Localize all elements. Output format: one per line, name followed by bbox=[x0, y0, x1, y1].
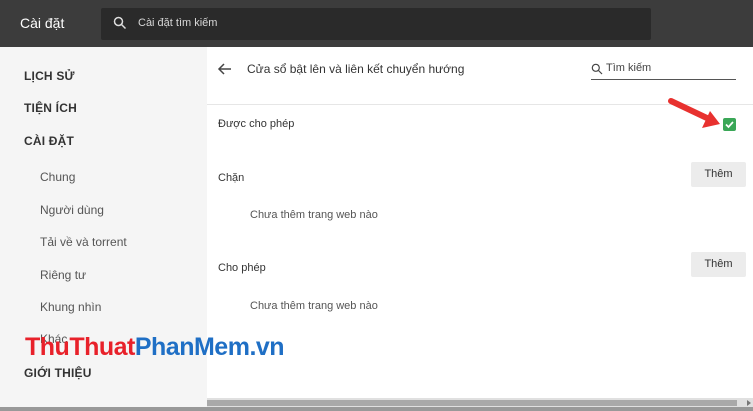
watermark-part-2: PhanMem bbox=[134, 333, 250, 361]
sidebar-item-downloads[interactable]: Tải về và torrent bbox=[40, 235, 127, 249]
block-label: Chặn bbox=[218, 172, 245, 184]
watermark-part-1: ThuThuat bbox=[25, 333, 135, 361]
page-search-input[interactable]: Tìm kiếm bbox=[591, 61, 736, 80]
allowed-checkbox[interactable] bbox=[723, 118, 736, 131]
page-search-placeholder: Tìm kiếm bbox=[606, 62, 652, 74]
scrollbar-thumb[interactable] bbox=[207, 400, 737, 406]
allow-add-button[interactable]: Thêm bbox=[691, 252, 746, 277]
sidebar-item-about[interactable]: GIỚI THIỆU bbox=[24, 366, 92, 380]
page-title: Cửa sổ bật lên và liên kết chuyển hướng bbox=[247, 62, 465, 76]
red-arrow-annotation-icon bbox=[667, 97, 723, 136]
app-title: Cài đặt bbox=[20, 15, 65, 31]
scroll-right-icon[interactable] bbox=[747, 400, 751, 406]
watermark: ThuThuatPhanMem.vn bbox=[25, 333, 285, 362]
sidebar-item-general[interactable]: Chung bbox=[40, 170, 75, 184]
sidebar-item-users[interactable]: Người dùng bbox=[40, 203, 104, 217]
allow-label: Cho phép bbox=[218, 262, 266, 274]
block-empty-text: Chưa thêm trang web nào bbox=[250, 209, 378, 221]
sidebar-item-privacy[interactable]: Riêng tư bbox=[40, 268, 86, 282]
sidebar-item-appearance[interactable]: Khung nhìn bbox=[40, 300, 101, 314]
block-add-button[interactable]: Thêm bbox=[691, 162, 746, 187]
search-icon bbox=[591, 62, 603, 80]
settings-search-input[interactable]: Cài đặt tìm kiếm bbox=[101, 8, 651, 40]
sidebar-item-settings[interactable]: CÀI ĐẶT bbox=[24, 134, 74, 148]
sidebar-item-history[interactable]: LỊCH SỬ bbox=[24, 69, 75, 83]
sidebar-item-extensions[interactable]: TIỆN ÍCH bbox=[24, 101, 77, 115]
top-bar: Cài đặt Cài đặt tìm kiếm bbox=[0, 0, 753, 47]
search-placeholder: Cài đặt tìm kiếm bbox=[138, 17, 218, 29]
main-panel: Cửa sổ bật lên và liên kết chuyển hướng … bbox=[207, 47, 753, 411]
check-icon bbox=[725, 121, 734, 129]
search-icon bbox=[113, 16, 127, 35]
watermark-part-3: .vn bbox=[249, 333, 285, 361]
back-arrow-icon[interactable] bbox=[217, 62, 233, 81]
allowed-label: Được cho phép bbox=[218, 118, 295, 130]
allow-empty-text: Chưa thêm trang web nào bbox=[250, 300, 378, 312]
window-bottom-border bbox=[0, 407, 753, 411]
